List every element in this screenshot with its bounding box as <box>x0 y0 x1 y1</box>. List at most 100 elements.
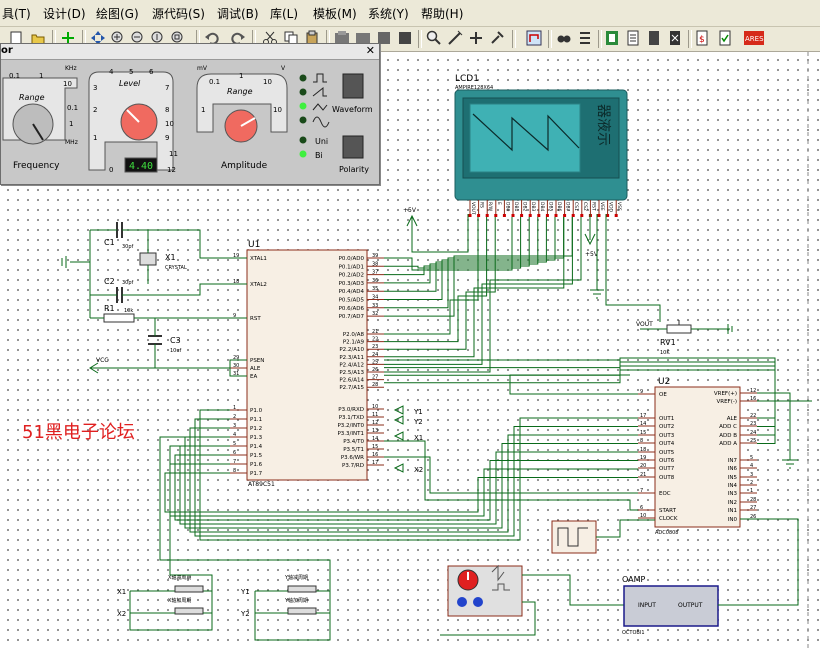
adc-left-num-7: 20 <box>640 463 646 469</box>
polarity-button[interactable] <box>342 135 364 159</box>
adc-right-num-4: 24 <box>750 430 756 436</box>
adc-right-pin-6: IN7 <box>728 458 738 464</box>
x2-net: X2 <box>414 466 423 474</box>
adc-right-num-9: 2 <box>750 480 753 486</box>
amp-scale-1: 1 <box>239 72 243 80</box>
remove-sheet-icon[interactable] <box>646 30 662 46</box>
y-up-button[interactable] <box>287 585 317 593</box>
search-tag-icon[interactable] <box>556 30 572 46</box>
new-sheet-icon[interactable] <box>625 30 641 46</box>
clock-source[interactable] <box>551 520 597 554</box>
adc-body[interactable] <box>654 386 741 528</box>
rv1-value: 10K <box>660 350 670 356</box>
lcd-pin-4: DB0 <box>504 202 510 212</box>
x2-net-label: X2 <box>117 610 126 618</box>
lcd-pin-marker-12[interactable] <box>571 214 575 217</box>
lcd-pin-marker-7[interactable] <box>528 214 532 217</box>
mcu-left-num-4: 30 <box>233 363 239 369</box>
panel-titlebar[interactable]: or ✕ <box>1 44 379 60</box>
menu-debug[interactable]: 调试(B) <box>217 5 259 22</box>
freq-scale-4: 1 <box>69 120 73 128</box>
y1-net-label: Y1 <box>240 588 250 596</box>
signal-generator-probe[interactable] <box>447 565 523 617</box>
lcd-pin-marker-15[interactable] <box>597 214 601 217</box>
electrical-rule-check-icon[interactable] <box>717 30 733 46</box>
lvl-3: 3 <box>93 84 97 92</box>
mcu-right-num-22: 16 <box>372 452 378 458</box>
exit-to-parent-icon[interactable] <box>667 30 683 46</box>
lcd-pin-marker-16[interactable] <box>606 214 610 217</box>
lcd-pin-marker-11[interactable] <box>563 214 567 217</box>
lcd-pin-marker-17[interactable] <box>614 214 618 217</box>
menu-graph[interactable]: 绘图(G) <box>96 5 139 22</box>
block-delete-icon[interactable] <box>397 30 413 46</box>
amp-scale-2: 10 <box>263 78 272 86</box>
menu-source[interactable]: 源代码(S) <box>152 5 205 22</box>
mcu-right-pin-17: P3.1/TXD <box>339 415 364 421</box>
lcd-pin-14: RST <box>590 202 596 211</box>
panel-title: or <box>1 45 13 56</box>
lvl-6: 6 <box>149 68 154 76</box>
ares-netlist-icon[interactable]: ARES <box>744 30 764 46</box>
lcd-pin-marker-2[interactable] <box>485 214 489 217</box>
lcd-pin-marker-0[interactable] <box>468 214 472 217</box>
signal-generator-panel[interactable]: or ✕ 0.1 1 10 0.1 1 KHz MHz Range Freque… <box>0 43 380 185</box>
lcd-pin-marker-8[interactable] <box>537 214 541 217</box>
mcu-right-num-1: 38 <box>372 261 378 267</box>
close-icon[interactable]: ✕ <box>366 44 375 57</box>
mcu-left-pin-1: XTAL2 <box>250 282 267 288</box>
wire-autorouter-icon[interactable] <box>526 30 542 46</box>
mcu-right-pin-4: P0.4/AD4 <box>339 289 365 295</box>
lcd-pin-marker-9[interactable] <box>545 214 549 217</box>
lcd-pin-marker-5[interactable] <box>511 214 515 217</box>
uni-label: Uni <box>315 137 328 146</box>
amp-scale-0: 0.1 <box>209 78 220 86</box>
vout-label: VOUT <box>636 321 653 328</box>
menu-design[interactable]: 设计(D) <box>43 5 86 22</box>
mcu-right-num-16: 10 <box>372 404 378 410</box>
y2-net: Y2 <box>413 418 423 426</box>
mcu-left-pin-8: P1.2 <box>250 426 262 432</box>
mcu-part-label: AT89C51 <box>248 481 275 488</box>
y-down-button[interactable] <box>287 607 317 615</box>
lcd-pin-marker-10[interactable] <box>554 214 558 217</box>
lcd-pin-marker-1[interactable] <box>477 214 481 217</box>
waveform-button[interactable] <box>342 73 364 99</box>
r1[interactable] <box>103 313 135 323</box>
c2-label: C2 <box>104 277 115 286</box>
bill-of-materials-icon[interactable]: $ <box>694 30 710 46</box>
mcu-left-pin-12: P1.6 <box>250 462 263 468</box>
lcd-pin-marker-4[interactable] <box>502 214 506 217</box>
menu-tools[interactable]: 具(T) <box>2 5 31 22</box>
menu-system[interactable]: 系统(Y) <box>368 5 409 22</box>
design-explorer-icon[interactable] <box>604 30 620 46</box>
rv1[interactable] <box>666 324 692 334</box>
lcd-pin-marker-13[interactable] <box>580 214 584 217</box>
decompose-icon[interactable] <box>489 30 505 46</box>
mcu-left-pin-13: P1.7 <box>250 471 263 477</box>
x-down-button[interactable] <box>174 607 204 615</box>
pick-device-icon[interactable] <box>426 30 442 46</box>
mcu-right-num-18: 12 <box>372 420 378 426</box>
adc-left-num-6: 19 <box>640 455 646 461</box>
make-device-icon[interactable] <box>447 30 463 46</box>
menu-library[interactable]: 库(L) <box>270 5 298 22</box>
crystal[interactable] <box>139 252 157 266</box>
property-assignment-icon[interactable] <box>577 30 593 46</box>
lcd-pin-17: VSS <box>616 202 622 211</box>
lcd-part-label: AMPIRE128X64 <box>455 85 493 91</box>
lcd-pin-marker-3[interactable] <box>494 214 498 217</box>
menu-template[interactable]: 模板(M) <box>313 5 357 22</box>
x1-label: X1 <box>165 253 176 262</box>
x-up-button[interactable] <box>174 585 204 593</box>
led-square <box>299 74 307 82</box>
bi-label: Bi <box>315 151 323 160</box>
lvl-5: 5 <box>129 68 133 76</box>
y-dec-caption: Y轴减周期 <box>284 574 308 581</box>
mcu-right-num-14: 27 <box>372 375 378 381</box>
menu-help[interactable]: 帮助(H) <box>421 5 463 22</box>
lcd-pin-2: R/W <box>487 202 493 212</box>
packaging-tool-icon[interactable] <box>468 30 484 46</box>
lcd-pin-marker-6[interactable] <box>520 214 524 217</box>
lcd-pin-13: CS2 <box>582 202 588 211</box>
